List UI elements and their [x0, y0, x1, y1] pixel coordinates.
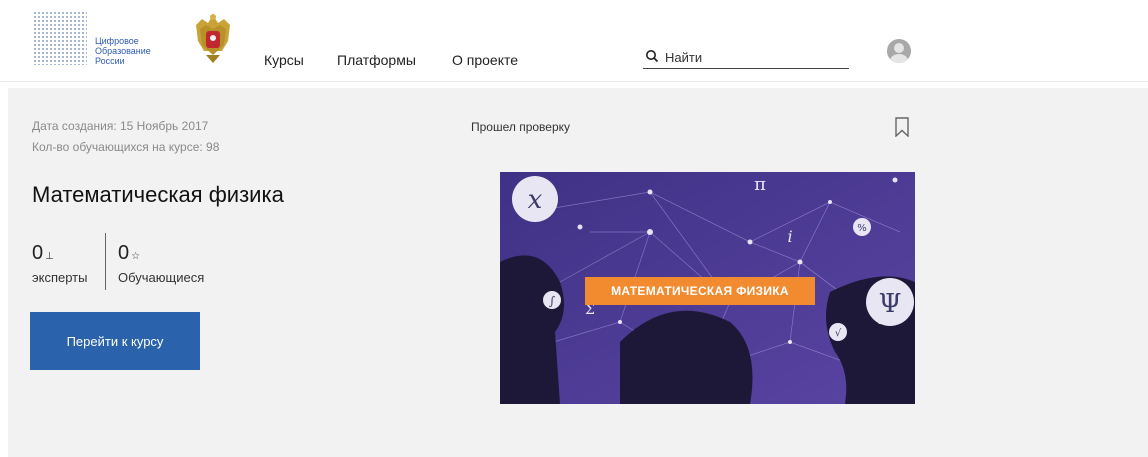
- bookmark-icon[interactable]: [895, 117, 909, 137]
- verified-status: Прошел проверку: [471, 120, 571, 134]
- search-icon[interactable]: [645, 49, 659, 63]
- search-box: [643, 47, 849, 69]
- learners-value: 0: [118, 242, 130, 264]
- site-header: Цифровое Образование России Курсы Платфо…: [0, 0, 1148, 82]
- logo-line: Цифровое: [95, 36, 139, 46]
- symbol-sqrt: √: [835, 328, 842, 339]
- nav-courses[interactable]: Курсы: [264, 52, 304, 68]
- nav-about[interactable]: О проекте: [452, 52, 518, 68]
- created-date: Дата создания: 15 Ноябрь 2017: [32, 119, 209, 133]
- symbol-pi: π: [754, 174, 766, 195]
- course-title: Математическая физика: [32, 182, 284, 207]
- experts-value: 0: [32, 242, 44, 264]
- coat-of-arms-icon: [196, 14, 230, 63]
- go-to-course-button[interactable]: Перейти к курсу: [30, 312, 200, 370]
- symbol-percent: %: [857, 223, 867, 234]
- learners-label: Обучающиеся: [118, 270, 205, 285]
- learners-count: 0 ☆: [118, 242, 140, 265]
- course-image[interactable]: 𝑥 π Ψ ∫ Σ i % √ МАТЕМАТИЧЕСКАЯ ФИЗИКА: [500, 172, 915, 404]
- symbol-psi: Ψ: [879, 289, 902, 319]
- search-input[interactable]: [665, 47, 845, 67]
- user-icon: [890, 43, 908, 63]
- experts-label: эксперты: [32, 270, 88, 285]
- students-count: Кол-во обучающихся на курсе: 98: [32, 140, 220, 154]
- logo-line: России: [95, 56, 125, 66]
- avatar[interactable]: [887, 39, 911, 63]
- image-banner: МАТЕМАТИЧЕСКАЯ ФИЗИКА: [585, 277, 815, 305]
- star-icon: ☆: [131, 251, 141, 262]
- logo-text[interactable]: Цифровое Образование России: [95, 36, 151, 66]
- nav-platforms[interactable]: Платформы: [337, 52, 416, 68]
- course-card: Дата создания: 15 Ноябрь 2017 Кол-во обу…: [8, 88, 1148, 457]
- symbol-i: i: [787, 227, 792, 246]
- logo-line: Образование: [95, 46, 151, 56]
- experts-count: 0 ⊥: [32, 242, 54, 265]
- symbol-x: 𝑥: [528, 185, 543, 215]
- stats-divider: [105, 233, 106, 290]
- logo-dots-icon[interactable]: [33, 11, 87, 65]
- symbol-integral: ∫: [549, 294, 556, 308]
- person-icon: ⊥: [45, 251, 54, 262]
